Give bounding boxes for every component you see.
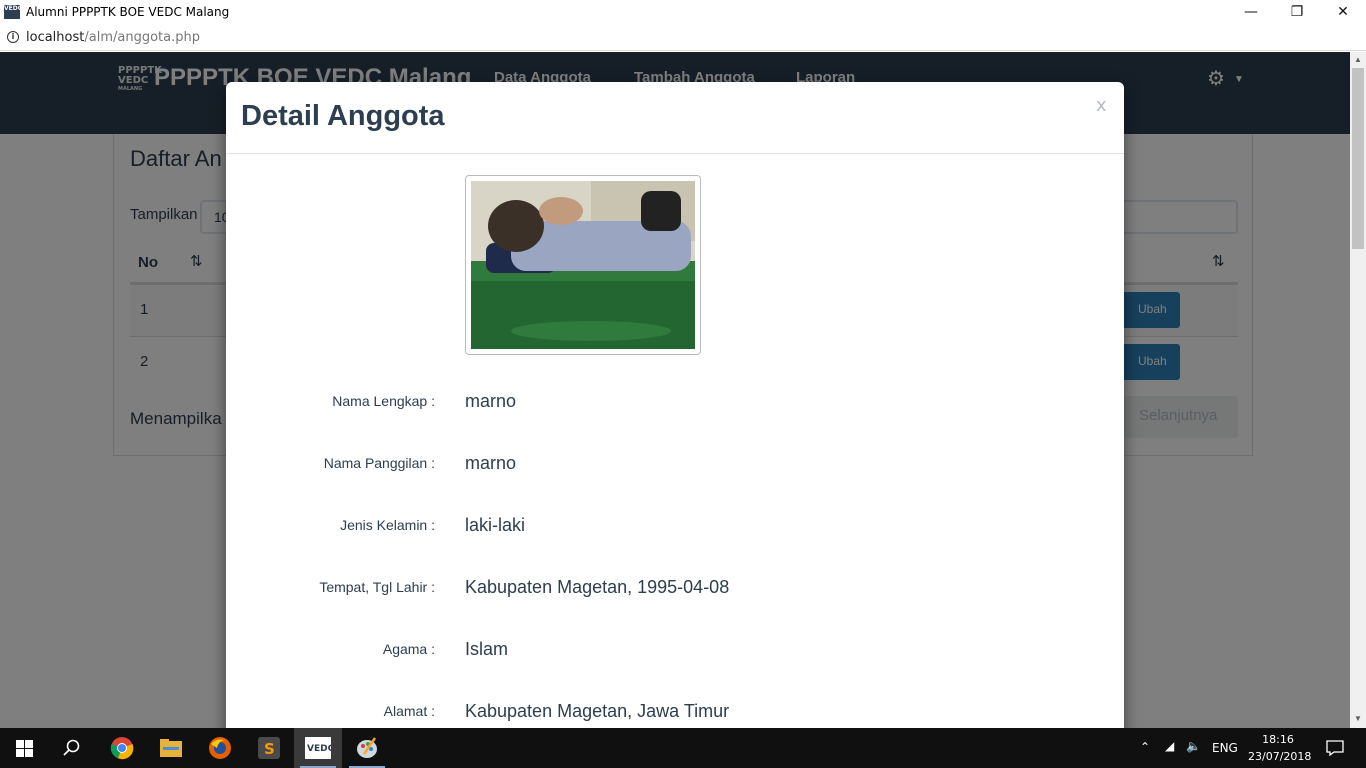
label-birth: Tempat, Tgl Lahir : <box>319 579 435 595</box>
scroll-thumb[interactable] <box>1352 68 1364 249</box>
label-full-name: Nama Lengkap : <box>332 393 435 409</box>
photo-image <box>471 181 695 349</box>
app-icon: VEDC <box>4 5 20 19</box>
taskbar: S VEDC ⌃ ◢ 🔈 ENG 18:16 23/07/2018 <box>0 728 1366 768</box>
restore-button[interactable]: ❐ <box>1274 0 1320 24</box>
window-controls: — ❐ ✕ <box>1228 0 1366 24</box>
svg-text:S: S <box>264 740 275 758</box>
url-path: /alm/anggota.php <box>84 29 200 45</box>
firefox-icon[interactable] <box>196 728 244 768</box>
window-title: Alumni PPPPTK BOE VEDC Malang <box>26 5 230 19</box>
vedc-app-icon[interactable]: VEDC <box>294 728 342 768</box>
page: PPPPTK VEDC MALANG PPPPTK BOE VEDC Malan… <box>0 52 1366 728</box>
value-gender: laki-laki <box>465 515 526 535</box>
label-religion: Agama : <box>382 641 435 657</box>
label-gender: Jenis Kelamin : <box>340 517 435 533</box>
detail-modal: Detail Anggota x Nama Lengkap : marno Na… <box>226 82 1124 728</box>
value-nickname: marno <box>465 453 517 473</box>
window-title-bar: VEDC Alumni PPPPTK BOE VEDC Malang — ❐ ✕ <box>0 0 1366 24</box>
label-nickname: Nama Panggilan : <box>323 455 435 471</box>
chrome-icon[interactable] <box>98 728 146 768</box>
clock[interactable]: 18:16 23/07/2018 <box>1248 731 1312 765</box>
search-icon[interactable] <box>48 728 96 768</box>
url[interactable]: localhost/alm/anggota.php <box>26 30 200 45</box>
address-bar[interactable]: i localhost/alm/anggota.php <box>0 24 1366 51</box>
modal-title: Detail Anggota <box>241 100 445 132</box>
sublime-text-icon[interactable]: S <box>245 728 293 768</box>
scroll-down-icon[interactable]: ▼ <box>1354 714 1362 723</box>
modal-close-button[interactable]: x <box>1096 95 1107 116</box>
network-icon[interactable]: ◢ <box>1165 739 1174 753</box>
value-birth: Kabupaten Magetan, 1995-04-08 <box>465 577 730 597</box>
value-religion: Islam <box>465 639 509 659</box>
svg-text:VEDC: VEDC <box>307 744 331 754</box>
clock-date: 23/07/2018 <box>1248 750 1312 763</box>
page-scrollbar[interactable]: ▲ ▼ <box>1350 52 1366 728</box>
language-indicator[interactable]: ENG <box>1212 741 1238 755</box>
volume-icon[interactable]: 🔈 <box>1186 739 1201 753</box>
clock-time: 18:16 <box>1262 733 1294 746</box>
scroll-up-icon[interactable]: ▲ <box>1354 55 1362 64</box>
member-photo <box>465 175 701 355</box>
paint-icon[interactable] <box>343 728 391 768</box>
value-address: Kabupaten Magetan, Jawa Timur <box>465 701 730 721</box>
value-full-name: marno <box>465 391 517 411</box>
notifications-icon[interactable] <box>1320 728 1350 768</box>
label-address: Alamat : <box>383 703 435 719</box>
info-icon[interactable]: i <box>7 31 19 43</box>
windows-start-icon[interactable] <box>0 728 48 768</box>
chevron-up-icon[interactable]: ⌃ <box>1140 740 1150 754</box>
url-host: localhost <box>26 29 85 45</box>
minimize-button[interactable]: — <box>1228 0 1274 24</box>
file-explorer-icon[interactable] <box>147 728 195 768</box>
modal-header: Detail Anggota x <box>226 82 1124 154</box>
close-button[interactable]: ✕ <box>1320 0 1366 24</box>
